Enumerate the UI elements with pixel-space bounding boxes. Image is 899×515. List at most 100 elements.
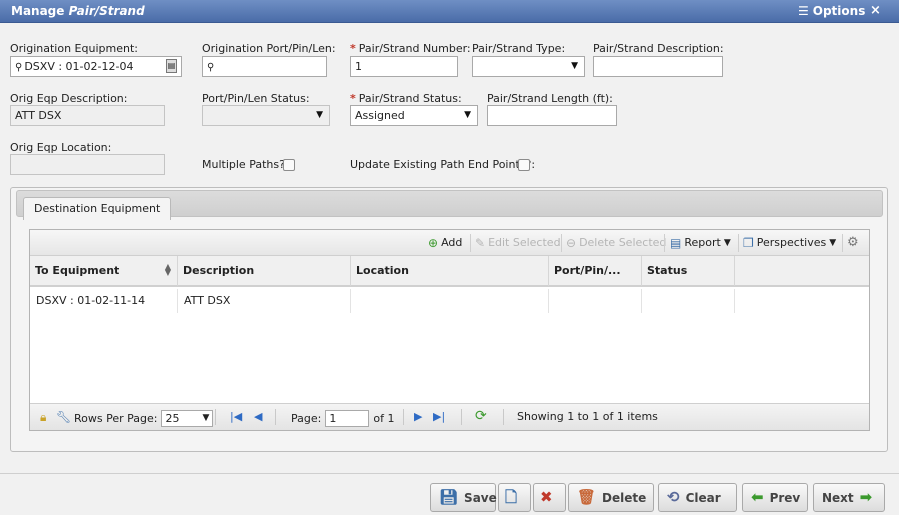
rows-per-page-select[interactable]: 25 (161, 410, 214, 427)
pair-type-label: Pair/Strand Type: (472, 42, 566, 55)
edit-selected-button[interactable]: ✎ Edit Selected (475, 236, 561, 249)
column-header-port[interactable]: Port/Pin/... (549, 256, 642, 286)
table-row[interactable]: DSXV : 01-02-11-14 ATT DSX (30, 289, 869, 313)
cell-to-equipment: DSXV : 01-02-11-14 (30, 289, 178, 313)
save-new-button[interactable]: 🗋︎ (498, 483, 531, 512)
report-menu-button[interactable]: ▤ Report ▼ (670, 236, 731, 249)
prev-page-button[interactable]: ◀ (254, 410, 262, 423)
list-icon: ☰ (798, 4, 809, 18)
pair-status-select[interactable]: Assigned (350, 105, 478, 126)
toolbar-divider (842, 234, 843, 252)
multiple-paths-label: Multiple Paths?: (202, 158, 289, 171)
search-icon: ⚲ (15, 62, 23, 73)
orig-port-label: Origination Port/Pin/Len: (202, 42, 336, 55)
lock-icon[interactable]: 🔒︎ (40, 410, 46, 425)
orig-port-field[interactable]: ⚲ (202, 56, 327, 77)
grid-header: To Equipment ▲ ▼ Description Location Por… (30, 256, 869, 287)
save-button[interactable]: 💾︎ Save (430, 483, 497, 512)
save-close-button[interactable]: ✖ (533, 483, 566, 512)
cell-location (351, 289, 549, 313)
orig-eqp-location-field (10, 154, 165, 175)
column-header-to-equipment[interactable]: To Equipment ▲ ▼ (30, 256, 178, 286)
perspectives-icon: ❐ (743, 235, 754, 250)
page-indicator: Page: 1 of 1 (291, 410, 394, 427)
window-title: Manage Pair/Strand (11, 4, 145, 18)
clear-icon: ⟲ (667, 488, 680, 506)
perspectives-menu-button[interactable]: ❐ Perspectives ▼ (743, 236, 836, 249)
page-input[interactable]: 1 (325, 410, 370, 427)
pair-type-select[interactable] (472, 56, 585, 77)
clear-button[interactable]: ⟲ Clear (658, 483, 737, 512)
pair-status-label-text: Pair/Strand Status: (358, 92, 462, 105)
showing-status: Showing 1 to 1 of 1 items (517, 410, 658, 423)
pair-description-label: Pair/Strand Description: (593, 42, 724, 55)
cell-description: ATT DSX (178, 289, 351, 313)
orig-eqp-description-label: Orig Eqp Description: (10, 92, 128, 105)
delete-icon: ⊖ (566, 235, 577, 250)
options-label: Options (812, 4, 866, 18)
window-titlebar: Manage Pair/Strand ☰ Options × (0, 0, 899, 23)
orig-eqp-location-label: Orig Eqp Location: (10, 141, 112, 154)
orig-equipment-value: DSXV : 01-02-12-04 (24, 60, 134, 73)
column-header-location[interactable]: Location (351, 256, 549, 286)
pair-length-label: Pair/Strand Length (ft): (487, 92, 613, 105)
port-status-select[interactable] (202, 105, 330, 126)
port-status-label: Port/Pin/Len Status: (202, 92, 310, 105)
save-new-icon: 🗋︎ (505, 488, 518, 506)
calendar-picker-icon[interactable]: ▤ (166, 59, 177, 73)
save-icon: 💾︎ (439, 488, 459, 506)
page-label: Page: (291, 412, 322, 425)
add-button[interactable]: ⊕ Add (428, 236, 462, 249)
update-endpoints-checkbox[interactable] (518, 159, 530, 171)
page-of-label: of 1 (373, 412, 395, 425)
report-label: Report (684, 236, 721, 249)
first-page-button[interactable]: |◀ (230, 410, 242, 423)
tab-destination-equipment[interactable]: Destination Equipment (23, 197, 172, 220)
report-icon: ▤ (670, 235, 682, 250)
add-icon: ⊕ (428, 235, 439, 250)
grid-toolbar: ⊕ Add ✎ Edit Selected ⊖ Delete Selected … (30, 230, 869, 256)
destination-panel: Destination Equipment ⊕ Add ✎ Edit Selec… (10, 187, 888, 452)
next-page-button[interactable]: ▶ (414, 410, 422, 423)
column-header-status[interactable]: Status (642, 256, 735, 286)
destination-grid: ⊕ Add ✎ Edit Selected ⊖ Delete Selected … (29, 229, 870, 431)
pair-number-label: * Pair/Strand Number: (350, 42, 471, 55)
delete-selected-button[interactable]: ⊖ Delete Selected (566, 236, 666, 249)
wrench-icon[interactable]: 🔧︎ (56, 410, 71, 424)
gear-icon[interactable]: ⚙ (847, 235, 859, 250)
cell-port (549, 289, 642, 313)
add-label: Add (441, 236, 463, 249)
last-page-button[interactable]: ▶| (433, 410, 445, 423)
tab-strip: Destination Equipment (16, 190, 883, 220)
next-button[interactable]: Next ➡ (813, 483, 885, 512)
save-close-icon: ✖ (540, 488, 553, 506)
pair-number-label-text: Pair/Strand Number: (358, 42, 471, 55)
multiple-paths-checkbox[interactable] (283, 159, 295, 171)
delete-button[interactable]: 🗑︎ Delete (568, 483, 654, 512)
chevron-down-icon: ▼ (829, 237, 837, 248)
next-label: Next (822, 490, 854, 505)
toolbar-divider (470, 234, 471, 252)
delete-selected-label: Delete Selected (579, 236, 667, 249)
required-marker: * (350, 42, 356, 55)
prev-button[interactable]: ⬅ Prev (742, 483, 808, 512)
pair-length-input[interactable] (487, 105, 617, 126)
pair-description-input[interactable] (593, 56, 723, 77)
orig-equipment-label: Origination Equipment: (10, 42, 138, 55)
required-marker: * (350, 92, 356, 105)
orig-equipment-field[interactable]: ⚲ DSXV : 01-02-12-04 ▤ (10, 56, 182, 77)
column-header-description[interactable]: Description (178, 256, 351, 286)
toolbar-divider (664, 234, 665, 252)
toolbar-divider (738, 234, 739, 252)
perspectives-label: Perspectives (756, 236, 827, 249)
chevron-down-icon: ▼ (723, 237, 731, 248)
refresh-icon[interactable]: ⟳ (475, 408, 487, 424)
title-entity: Pair/Strand (68, 4, 145, 18)
pair-status-label: * Pair/Strand Status: (350, 92, 462, 105)
save-label: Save (464, 490, 497, 505)
pair-number-input[interactable]: 1 (350, 56, 458, 77)
close-icon[interactable]: × (870, 3, 881, 18)
title-prefix: Manage (11, 4, 65, 18)
options-menu-button[interactable]: ☰ Options (798, 4, 865, 18)
arrow-right-icon: ➡ (859, 488, 873, 506)
